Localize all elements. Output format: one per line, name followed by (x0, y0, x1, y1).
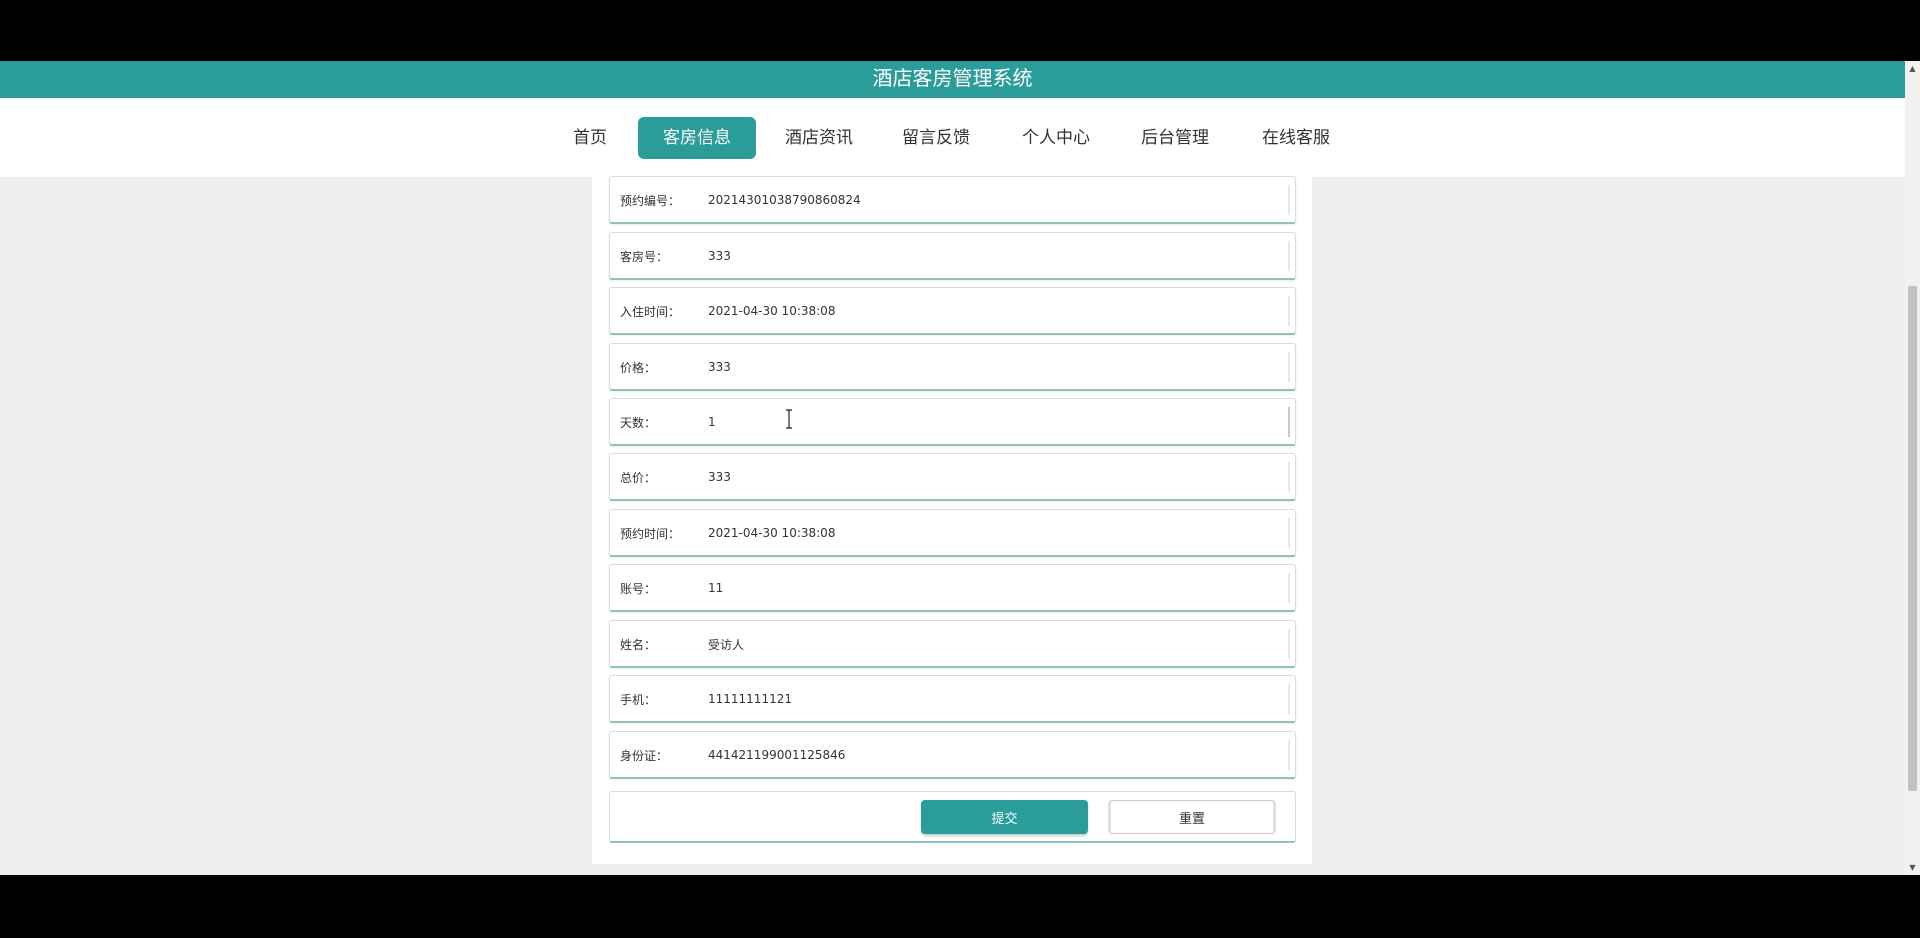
form-row-id-card: 身份证： (609, 731, 1296, 779)
booking-time-input[interactable] (700, 518, 1290, 548)
phone-input[interactable] (700, 684, 1290, 714)
reset-button[interactable]: 重置 (1108, 800, 1276, 834)
form-actions: 提交 重置 (609, 791, 1296, 843)
form-row-booking-number: 预约编号： (609, 176, 1296, 224)
form-row-name: 姓名： (609, 620, 1296, 668)
name-input[interactable] (700, 629, 1290, 659)
id-card-input[interactable] (700, 740, 1290, 770)
form-label: 入住时间： (620, 305, 681, 319)
scroll-thumb[interactable] (1908, 286, 1917, 791)
room-number-input[interactable] (700, 241, 1290, 271)
form-label: 价格： (620, 361, 657, 375)
form-label: 客房号： (620, 250, 669, 264)
form-label: 手机： (620, 693, 657, 707)
scroll-down-arrow-icon[interactable]: ▼ (1905, 860, 1920, 875)
form-label: 姓名： (620, 638, 657, 652)
page-viewport: 酒店客房管理系统 首页 客房信息 酒店资讯 留言反馈 个人中心 后台管理 在线客… (0, 61, 1905, 875)
page-scrollbar[interactable]: ▲ ▼ (1905, 61, 1920, 875)
form-label: 预约编号： (620, 194, 681, 208)
nav-item-hotel-news[interactable]: 酒店资讯 (775, 117, 863, 159)
submit-button[interactable]: 提交 (921, 800, 1088, 834)
form-label: 总价： (620, 471, 657, 485)
site-title: 酒店客房管理系统 (872, 66, 1033, 90)
nav-item-admin[interactable]: 后台管理 (1131, 117, 1219, 159)
form-row-phone: 手机： (609, 675, 1296, 723)
form-row-room-number: 客房号： (609, 232, 1296, 280)
form-label: 身份证： (620, 749, 669, 763)
total-price-input[interactable] (700, 462, 1290, 492)
main-nav: 首页 客房信息 酒店资讯 留言反馈 个人中心 后台管理 在线客服 (0, 98, 1905, 177)
booking-number-input[interactable] (700, 185, 1290, 215)
form-row-days: 天数： (609, 398, 1296, 446)
form-row-price: 价格： (609, 343, 1296, 391)
form-row-checkin-time: 入住时间： (609, 287, 1296, 335)
text-cursor-icon (786, 409, 792, 429)
price-input[interactable] (700, 352, 1290, 382)
account-input[interactable] (700, 573, 1290, 603)
form-row-total-price: 总价： (609, 453, 1296, 501)
form-label: 天数： (620, 416, 657, 430)
booking-form: 预约编号： 客房号： 入住时间： 价格： 天数： 总价： 预约时间： (592, 176, 1312, 864)
scroll-up-arrow-icon[interactable]: ▲ (1905, 61, 1920, 76)
form-label: 账号： (620, 582, 657, 596)
nav-item-online-service[interactable]: 在线客服 (1252, 117, 1340, 159)
form-row-booking-time: 预约时间： (609, 509, 1296, 557)
nav-item-home[interactable]: 首页 (562, 117, 618, 159)
form-label: 预约时间： (620, 527, 681, 541)
checkin-time-input[interactable] (700, 296, 1290, 326)
nav-item-personal-center[interactable]: 个人中心 (1012, 117, 1100, 159)
form-row-account: 账号： (609, 564, 1296, 612)
nav-item-room-info[interactable]: 客房信息 (638, 117, 756, 159)
nav-item-feedback[interactable]: 留言反馈 (892, 117, 980, 159)
site-title-bar: 酒店客房管理系统 (0, 61, 1905, 98)
